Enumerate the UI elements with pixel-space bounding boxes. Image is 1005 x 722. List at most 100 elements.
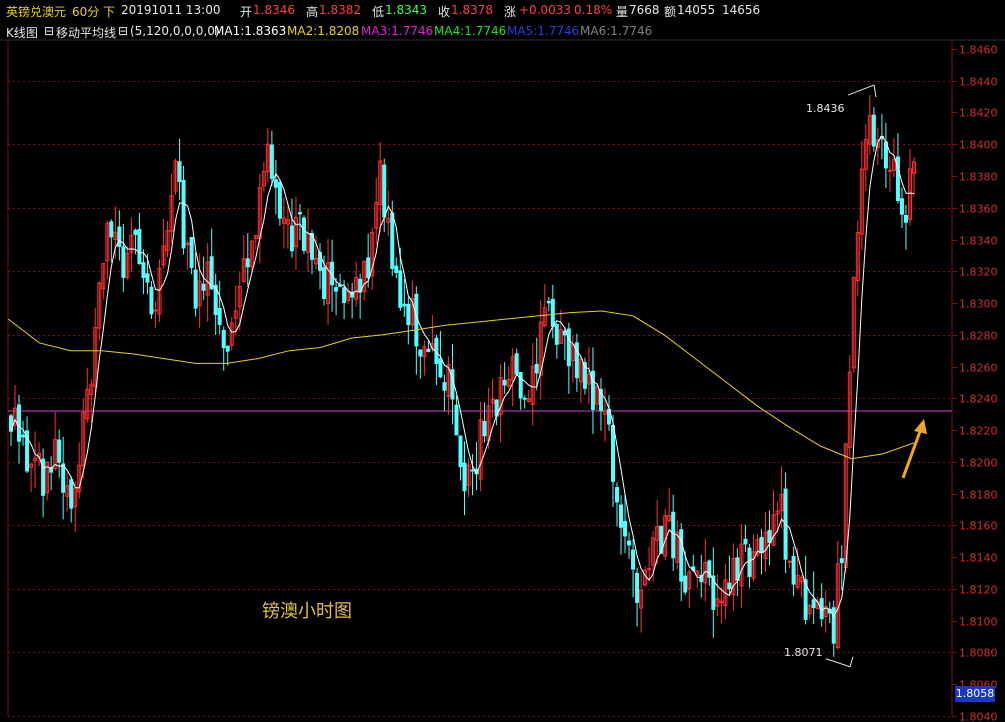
candle-body (839, 558, 844, 564)
candle-body (534, 363, 539, 374)
y-tick-label: 1.8120 (959, 584, 998, 597)
candle-body (141, 262, 146, 278)
candle-body (743, 538, 748, 545)
candle-body (137, 228, 142, 265)
candle-body (189, 237, 194, 268)
candle-body (566, 328, 571, 367)
candle-body (245, 258, 250, 268)
y-tick-label: 1.8260 (959, 362, 998, 375)
candle-body (522, 397, 527, 400)
y-tick-label: 1.8380 (959, 171, 998, 184)
candle-body (611, 425, 615, 482)
candle-body (153, 309, 158, 312)
candle-body (438, 358, 443, 378)
y-tick-label: 1.8280 (959, 330, 998, 343)
candle-body (217, 307, 222, 326)
candle-body (831, 607, 836, 644)
candle-body (193, 269, 198, 309)
candle-body (277, 181, 282, 219)
candle-body (899, 198, 904, 215)
candle-body (289, 225, 294, 252)
y-tick-label: 1.8180 (959, 489, 998, 502)
candle-body (458, 435, 463, 468)
candle-body (398, 270, 403, 308)
candle-body (554, 324, 559, 345)
candle-body (546, 300, 551, 304)
low-annotation: 1.8071 (784, 646, 823, 659)
candle-body (683, 575, 688, 593)
candle-body (21, 434, 26, 438)
candle-body (297, 212, 302, 215)
candle-body (418, 349, 423, 357)
y-tick-label: 1.8360 (959, 203, 998, 216)
candle-body (514, 353, 519, 375)
candle-body (57, 439, 62, 463)
high-leader-line (847, 84, 877, 98)
candle-body (109, 221, 114, 238)
ma-lines-layer (7, 135, 915, 618)
candle-body (342, 287, 347, 304)
candle-body (518, 372, 523, 399)
y-tick-label: 1.8300 (959, 298, 998, 311)
candle-body (787, 560, 792, 563)
candle-body (635, 572, 640, 603)
y-tick-label: 1.8080 (959, 647, 998, 660)
candle-body (502, 379, 507, 386)
candle-body (627, 540, 632, 546)
candle-body (615, 487, 620, 503)
candle-body (735, 557, 740, 581)
candle-body (623, 520, 628, 537)
candle-body (117, 226, 122, 247)
candle-body (394, 265, 399, 273)
candle-body (301, 217, 306, 251)
candle-body (149, 286, 154, 315)
candle-body (181, 179, 186, 249)
candle-body (69, 479, 74, 509)
candle-body (225, 345, 230, 352)
candle-body (811, 599, 816, 608)
candle-body (679, 529, 684, 582)
candle-body (903, 215, 908, 223)
y-tick-label: 1.8440 (959, 76, 998, 89)
candle-body (871, 114, 876, 147)
candle-body (426, 348, 431, 352)
candle-body (145, 273, 150, 283)
candle-body (269, 144, 274, 179)
candle-body (382, 164, 387, 218)
high-annotation: 1.8436 (806, 102, 845, 115)
candle-body (454, 404, 459, 436)
ma1-line (10, 135, 915, 618)
candles-layer (9, 95, 916, 657)
candle-body (273, 179, 278, 188)
candle-body (631, 549, 636, 570)
candle-body (727, 582, 732, 590)
low-leader-line (825, 656, 854, 668)
candle-body (133, 229, 138, 235)
candle-body (550, 298, 555, 328)
candle-body (450, 369, 455, 400)
candle-body (366, 257, 371, 279)
candle-body (470, 469, 475, 472)
y-tick-label: 1.8140 (959, 552, 998, 565)
candle-body (791, 556, 796, 585)
candlestick-chart[interactable]: 1.8460 1.8440 1.8420 1.8400 1.8380 1.8360 1.83… (0, 0, 1005, 722)
y-tick-label: 1.8240 (959, 393, 998, 406)
candle-body (201, 283, 206, 291)
arrow-head-icon (914, 419, 927, 434)
candle-body (406, 303, 411, 326)
candle-body (177, 161, 182, 183)
candle-body (647, 568, 652, 571)
candle-body (334, 287, 339, 292)
price-axis: 1.8460 1.8440 1.8420 1.8400 1.8380 1.8360 1.83… (952, 44, 998, 722)
y-tick-label: 1.8220 (959, 425, 998, 438)
candle-body (322, 267, 327, 299)
y-tick-label: 1.8420 (959, 107, 998, 120)
current-price-badge: 1.8058 (955, 686, 995, 702)
candle-body (17, 404, 22, 442)
y-tick-label: 1.8200 (959, 457, 998, 470)
candle-body (61, 463, 66, 493)
candle-body (747, 547, 752, 577)
candle-body (482, 420, 487, 437)
arrow-icon (901, 425, 924, 479)
y-tick-label: 1.8040 (959, 711, 998, 722)
